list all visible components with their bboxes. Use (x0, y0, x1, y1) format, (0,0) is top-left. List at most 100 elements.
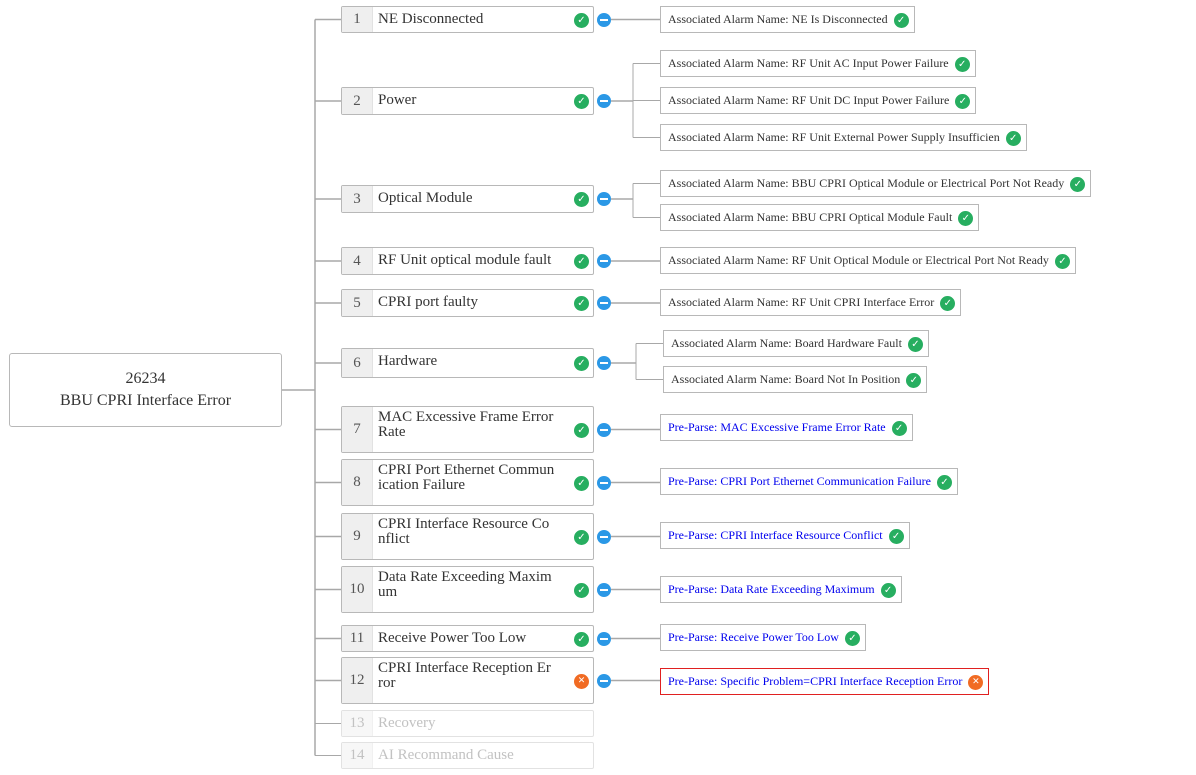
collapse-icon[interactable] (597, 356, 611, 370)
cause-node[interactable]: 3 Optical Module ✓ (341, 185, 594, 213)
associated-alarm-box[interactable]: Associated Alarm Name: BBU CPRI Optical … (660, 204, 980, 231)
pre-parse-box[interactable]: Pre-Parse: Receive Power Too Low ✓ (660, 624, 866, 651)
cause-label: Recovery (378, 715, 436, 731)
cause-node[interactable]: 5 CPRI port faulty ✓ (341, 289, 594, 317)
check-icon: ✓ (893, 12, 909, 28)
collapse-icon[interactable] (597, 422, 611, 437)
alarm-text: Associated Alarm Name: RF Unit AC Input … (668, 56, 949, 70)
cause-label: CPRI Interface Resource Co nflict (378, 516, 550, 547)
pre-parse-box[interactable]: Pre-Parse: Data Rate Exceeding Maximum ✓ (660, 576, 902, 603)
cause-number: 4 (342, 248, 373, 274)
cause-node[interactable]: 2 Power ✓ (341, 87, 594, 115)
check-icon: ✓ (574, 254, 589, 269)
cause-number: 5 (342, 290, 373, 316)
associated-alarm-box[interactable]: Associated Alarm Name: RF Unit DC Input … (660, 87, 977, 114)
check-icon: ✓ (574, 422, 589, 438)
root-node[interactable]: 26234 BBU CPRI Interface Error (9, 353, 282, 427)
check-icon: ✓ (954, 56, 970, 72)
check-icon: ✓ (1005, 130, 1021, 146)
cause-number: 3 (342, 186, 373, 212)
cause-node[interactable]: 4 RF Unit optical module fault ✓ (341, 247, 594, 275)
check-icon: ✓ (574, 12, 589, 28)
cause-node[interactable]: 8 CPRI Port Ethernet Commun ication Failu… (341, 459, 594, 506)
alarm-text: Pre-Parse: CPRI Port Ethernet Communicat… (668, 474, 931, 488)
check-icon: ✓ (574, 631, 589, 647)
alarm-text: Pre-Parse: MAC Excessive Frame Error Rat… (668, 420, 886, 434)
cause-label: Receive Power Too Low (378, 630, 527, 646)
error-icon: ✕ (574, 673, 589, 689)
cause-node[interactable]: 9 CPRI Interface Resource Co nflict ✓ (341, 513, 594, 560)
cause-label: NE Disconnected (378, 11, 484, 27)
collapse-icon[interactable] (597, 94, 611, 108)
cause-number: 2 (342, 88, 373, 114)
collapse-icon[interactable] (597, 582, 611, 597)
cause-node[interactable]: 14 AI Recommand Cause (341, 742, 594, 769)
cause-number: 14 (342, 743, 373, 768)
collapse-icon[interactable] (597, 296, 611, 310)
collapse-icon[interactable] (597, 673, 611, 688)
cause-number: 9 (342, 514, 373, 559)
check-icon: ✓ (880, 582, 896, 598)
check-icon: ✓ (907, 336, 923, 352)
cause-label: Hardware (378, 353, 438, 369)
cause-node[interactable]: 1 NE Disconnected ✓ (341, 6, 594, 33)
check-icon: ✓ (888, 528, 904, 544)
alarm-text: Associated Alarm Name: RF Unit External … (668, 130, 1000, 144)
associated-alarm-box[interactable]: Associated Alarm Name: Board Hardware Fa… (663, 330, 929, 357)
associated-alarm-box[interactable]: Associated Alarm Name: RF Unit AC Input … (660, 50, 976, 77)
associated-alarm-box[interactable]: Associated Alarm Name: RF Unit CPRI Inte… (660, 289, 962, 316)
cause-label: MAC Excessive Frame Error Rate (378, 409, 554, 440)
alarm-text: Associated Alarm Name: Board Not In Posi… (671, 372, 901, 386)
collapse-icon[interactable] (597, 254, 611, 268)
collapse-icon[interactable] (597, 529, 611, 544)
cause-label: Data Rate Exceeding Maxim um (378, 569, 552, 600)
cause-label: RF Unit optical module fault (378, 252, 552, 268)
alarm-text: Pre-Parse: Data Rate Exceeding Maximum (668, 582, 875, 596)
check-icon: ✓ (906, 372, 922, 388)
check-icon: ✓ (574, 582, 589, 598)
pre-parse-box[interactable]: Pre-Parse: CPRI Interface Resource Confl… (660, 522, 910, 549)
cause-node[interactable]: 12 CPRI Interface Reception Er ror ✕ (341, 657, 594, 704)
check-icon: ✓ (936, 474, 952, 490)
root-id: 26234 (125, 370, 166, 387)
collapse-icon[interactable] (597, 475, 611, 490)
pre-parse-box[interactable]: Pre-Parse: Specific Problem=CPRI Interfa… (660, 668, 990, 695)
associated-alarm-box[interactable]: Associated Alarm Name: Board Not In Posi… (663, 366, 928, 393)
alarm-text: Pre-Parse: Receive Power Too Low (668, 630, 839, 644)
cause-number: 10 (342, 567, 373, 612)
cause-node[interactable]: 10 Data Rate Exceeding Maxim um ✓ (341, 566, 594, 613)
check-icon: ✓ (1054, 253, 1070, 269)
cause-node[interactable]: 6 Hardware ✓ (341, 348, 594, 378)
root-title: BBU CPRI Interface Error (59, 392, 232, 409)
cause-node[interactable]: 11 Receive Power Too Low ✓ (341, 625, 594, 652)
check-icon: ✓ (574, 296, 589, 311)
collapse-icon[interactable] (597, 192, 611, 206)
alarm-text: Pre-Parse: CPRI Interface Resource Confl… (668, 528, 883, 542)
cause-label: CPRI Interface Reception Er ror (378, 660, 551, 691)
cause-number: 6 (342, 349, 373, 377)
cause-label: Optical Module (378, 190, 473, 206)
cause-node[interactable]: 7 MAC Excessive Frame Error Rate ✓ (341, 406, 594, 453)
collapse-icon[interactable] (597, 631, 611, 646)
cause-number: 1 (342, 7, 373, 32)
alarm-text: Associated Alarm Name: RF Unit DC Input … (668, 93, 950, 107)
mind-map-canvas: 26234 BBU CPRI Interface Error 1 NE Disco… (0, 0, 1196, 775)
associated-alarm-box[interactable]: Associated Alarm Name: NE Is Disconnecte… (660, 6, 915, 33)
check-icon: ✓ (844, 630, 860, 646)
collapse-icon[interactable] (597, 12, 611, 27)
pre-parse-box[interactable]: Pre-Parse: CPRI Port Ethernet Communicat… (660, 468, 958, 495)
error-icon: ✕ (968, 674, 984, 690)
check-icon: ✓ (891, 420, 907, 436)
associated-alarm-box[interactable]: Associated Alarm Name: RF Unit Optical M… (660, 247, 1076, 274)
associated-alarm-box[interactable]: Associated Alarm Name: RF Unit External … (660, 124, 1027, 151)
alarm-text: Associated Alarm Name: RF Unit Optical M… (668, 253, 1049, 267)
check-icon: ✓ (955, 93, 971, 109)
check-icon: ✓ (574, 356, 589, 371)
pre-parse-box[interactable]: Pre-Parse: MAC Excessive Frame Error Rat… (660, 414, 913, 441)
associated-alarm-box[interactable]: Associated Alarm Name: BBU CPRI Optical … (660, 170, 1092, 197)
cause-node[interactable]: 13 Recovery (341, 710, 594, 737)
cause-number: 11 (342, 626, 373, 651)
cause-label: CPRI Port Ethernet Commun ication Failur… (378, 462, 555, 493)
cause-number: 8 (342, 460, 373, 505)
alarm-text: Pre-Parse: Specific Problem=CPRI Interfa… (668, 674, 963, 688)
